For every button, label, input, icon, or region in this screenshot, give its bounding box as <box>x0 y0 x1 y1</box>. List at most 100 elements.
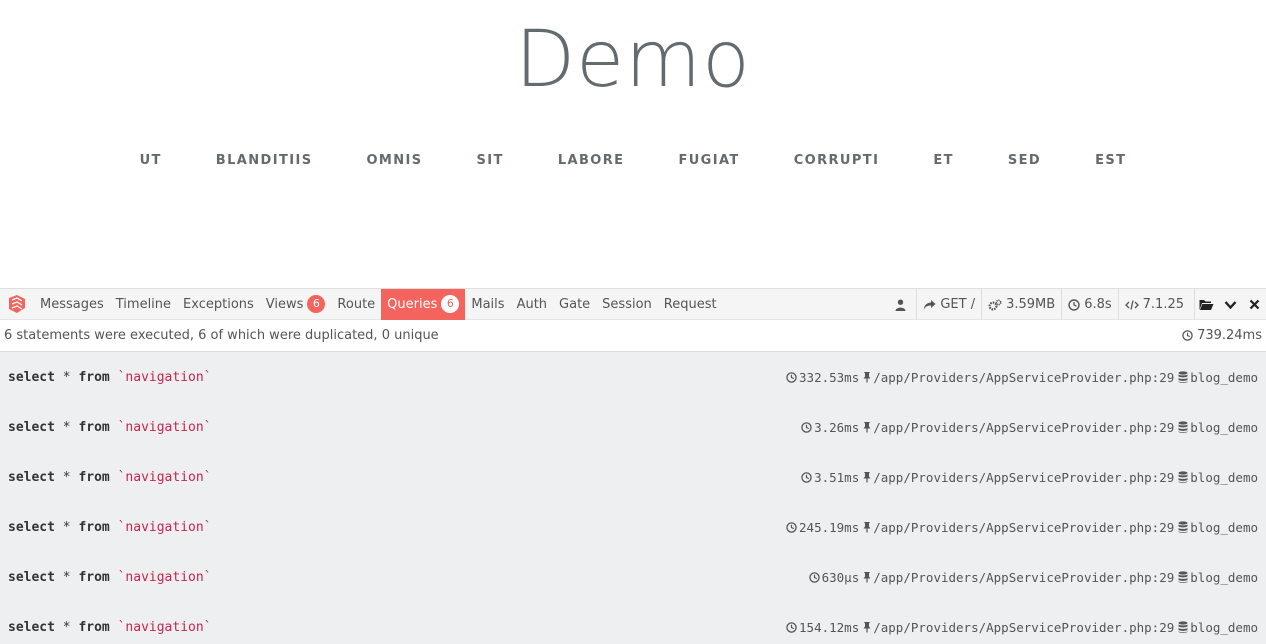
query-sql: select * from `navigation` <box>8 420 212 435</box>
query-duration: 3.26ms <box>814 419 860 435</box>
memory-indicator[interactable]: 3.59MB <box>981 289 1061 320</box>
query-sql: select * from `navigation` <box>8 570 212 585</box>
database-icon <box>1178 521 1188 533</box>
tab-mails[interactable]: Mails <box>465 289 510 320</box>
query-row[interactable]: select * from `navigation` 332.53ms/app/P… <box>0 352 1266 402</box>
query-sql: select * from `navigation` <box>8 470 212 485</box>
nav-link[interactable]: ET <box>933 152 954 170</box>
database-icon <box>1178 421 1188 433</box>
tab-label: Route <box>337 296 376 312</box>
debugbar-tabs: Messages Timeline Exceptions Views 6 Route Que… <box>34 288 723 320</box>
nav-link[interactable]: FUGIAT <box>678 152 739 170</box>
query-meta: 245.19ms/app/Providers/AppServiceProvide… <box>782 520 1258 535</box>
nav-link[interactable]: OMNIS <box>366 152 422 170</box>
sql-star: * <box>62 519 71 535</box>
nav-link[interactable]: UT <box>140 152 162 170</box>
site-nav: UT BLANDITIIS OMNIS SIT LABORE FUGIAT CO… <box>0 152 1266 170</box>
clock-icon <box>801 421 812 433</box>
database-icon <box>1178 571 1188 583</box>
sql-star: * <box>62 369 71 385</box>
database-icon <box>1178 371 1188 383</box>
clock-icon <box>1182 330 1193 341</box>
sql-keyword: select <box>8 519 55 535</box>
query-meta: 630μs/app/Providers/AppServiceProvider.p… <box>805 570 1258 585</box>
query-row[interactable]: select * from `navigation` 3.51ms/app/Pro… <box>0 452 1266 502</box>
nav-link[interactable]: LABORE <box>558 152 625 170</box>
query-source: /app/Providers/AppServiceProvider.php:29 <box>873 569 1175 585</box>
query-connection: blog_demo <box>1190 569 1258 585</box>
open-handler-button[interactable] <box>1194 289 1218 320</box>
sql-keyword: select <box>8 369 55 385</box>
tab-label: Timeline <box>115 296 172 312</box>
sql-keyword: from <box>78 419 110 435</box>
version-label: 7.1.25 <box>1142 297 1184 312</box>
query-meta: 332.53ms/app/Providers/AppServiceProvide… <box>782 370 1258 385</box>
page-title: Demo <box>515 15 751 105</box>
clock-icon <box>1068 298 1080 311</box>
tab-timeline[interactable]: Timeline <box>110 289 177 320</box>
clock-icon <box>801 471 812 483</box>
sql-keyword: from <box>78 519 110 535</box>
query-row[interactable]: select * from `navigation` 245.19ms/app/P… <box>0 502 1266 552</box>
debugbar-indicators: GET / 3.59MB 6.8s 7.1.25 <box>889 289 1266 320</box>
tab-session[interactable]: Session <box>596 289 658 320</box>
nav-link[interactable]: SIT <box>477 152 504 170</box>
version-indicator[interactable]: 7.1.25 <box>1117 289 1190 320</box>
query-row[interactable]: select * from `navigation` 630μs/app/Prov… <box>0 552 1266 602</box>
tab-label: Gate <box>559 296 591 312</box>
query-row[interactable]: select * from `navigation` 3.26ms/app/Pro… <box>0 402 1266 452</box>
query-sql: select * from `navigation` <box>8 620 212 635</box>
sql-table: `navigation` <box>117 619 212 635</box>
query-sql: select * from `navigation` <box>8 370 212 385</box>
tab-gate[interactable]: Gate <box>553 289 596 320</box>
tab-auth[interactable]: Auth <box>511 289 553 320</box>
tab-request[interactable]: Request <box>658 289 723 320</box>
tab-exceptions[interactable]: Exceptions <box>177 289 260 320</box>
tab-label: Mails <box>471 296 505 312</box>
request-indicator[interactable]: GET / <box>916 289 981 320</box>
user-icon <box>895 299 906 311</box>
clock-icon <box>786 621 797 633</box>
query-list: select * from `navigation` 332.53ms/app/P… <box>0 352 1266 644</box>
sql-star: * <box>62 619 71 635</box>
sql-keyword: from <box>78 469 110 485</box>
auth-indicator[interactable] <box>889 289 916 320</box>
query-source: /app/Providers/AppServiceProvider.php:29 <box>873 419 1175 435</box>
tab-count-badge: 6 <box>441 295 460 313</box>
query-meta: 3.51ms/app/Providers/AppServiceProvider.… <box>797 470 1258 485</box>
queries-total-time: 739.24ms <box>1182 328 1262 343</box>
tab-messages[interactable]: Messages <box>34 289 110 320</box>
thumbtack-icon <box>863 422 871 433</box>
query-connection: blog_demo <box>1190 369 1258 385</box>
sql-star: * <box>62 469 71 485</box>
nav-link[interactable]: CORRUPTI <box>794 152 880 170</box>
close-button[interactable] <box>1242 289 1266 320</box>
sql-star: * <box>62 419 71 435</box>
minimize-button[interactable] <box>1218 289 1242 320</box>
query-duration: 3.51ms <box>814 469 860 485</box>
query-row[interactable]: select * from `navigation` 154.12ms/app/P… <box>0 602 1266 644</box>
sql-table: `navigation` <box>117 469 212 485</box>
queries-status: 6 statements were executed, 6 of which w… <box>0 320 1266 352</box>
sql-table: `navigation` <box>117 569 212 585</box>
tab-views[interactable]: Views 6 <box>260 289 332 320</box>
sql-star: * <box>62 569 71 585</box>
tab-queries[interactable]: Queries 6 <box>381 288 466 320</box>
time-indicator[interactable]: 6.8s <box>1061 289 1117 320</box>
query-meta: 3.26ms/app/Providers/AppServiceProvider.… <box>797 420 1258 435</box>
nav-link[interactable]: SED <box>1008 152 1041 170</box>
query-connection: blog_demo <box>1190 469 1258 485</box>
laravel-logo-icon[interactable] <box>0 289 34 320</box>
database-icon <box>1178 621 1188 633</box>
nav-link[interactable]: EST <box>1095 152 1126 170</box>
nav-link[interactable]: BLANDITIIS <box>216 152 313 170</box>
query-connection: blog_demo <box>1190 519 1258 535</box>
tab-label: Queries <box>387 296 438 312</box>
tab-route[interactable]: Route <box>331 289 381 320</box>
thumbtack-icon <box>863 522 871 533</box>
sql-keyword: select <box>8 569 55 585</box>
tab-label: Request <box>663 296 717 312</box>
query-duration: 630μs <box>821 569 860 585</box>
sql-table: `navigation` <box>117 419 212 435</box>
thumbtack-icon <box>863 372 871 383</box>
